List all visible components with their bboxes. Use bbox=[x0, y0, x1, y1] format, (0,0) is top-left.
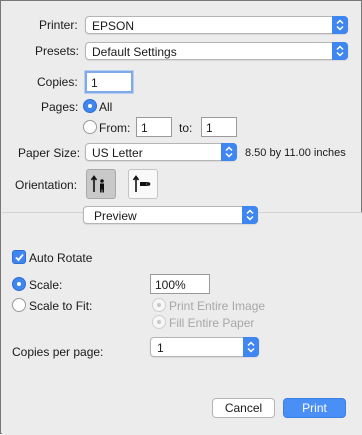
auto-rotate-label: Auto Rotate bbox=[29, 251, 93, 265]
copies-label: Copies: bbox=[37, 75, 78, 89]
scale-value: 100% bbox=[155, 278, 186, 292]
auto-rotate-checkbox[interactable] bbox=[12, 250, 26, 264]
pages-from-radio[interactable] bbox=[83, 120, 97, 134]
presets-value: Default Settings bbox=[92, 45, 177, 59]
pages-label: Pages: bbox=[41, 100, 79, 114]
printer-label: Printer: bbox=[39, 18, 78, 32]
printer-popup[interactable]: EPSON bbox=[85, 16, 348, 34]
fill-entire-paper-radio[interactable] bbox=[152, 315, 166, 329]
section-popup[interactable]: Preview bbox=[83, 206, 258, 224]
section-popup-value: Preview bbox=[94, 209, 137, 223]
copies-field[interactable]: 1 bbox=[85, 71, 133, 93]
scale-to-fit-label: Scale to Fit: bbox=[29, 299, 93, 313]
pages-from-value: 1 bbox=[141, 121, 148, 135]
paper-size-popup[interactable]: US Letter bbox=[85, 143, 237, 161]
presets-label: Presets: bbox=[35, 44, 80, 58]
chevron-updown-icon bbox=[243, 337, 259, 357]
chevron-updown-icon bbox=[332, 16, 348, 34]
paper-size-dimensions: 8.50 by 11.00 inches bbox=[245, 147, 346, 159]
print-button[interactable]: Print bbox=[283, 398, 346, 418]
portrait-button[interactable] bbox=[86, 169, 116, 199]
pages-all-radio[interactable] bbox=[83, 99, 97, 113]
print-entire-image-label: Print Entire Image bbox=[169, 299, 266, 313]
print-dialog: Printer: EPSON Presets: Default Settings… bbox=[0, 0, 362, 435]
printer-value: EPSON bbox=[92, 19, 135, 33]
copies-per-page-popup[interactable]: 1 bbox=[150, 337, 259, 357]
pages-to-label: to: bbox=[179, 121, 193, 135]
scale-radio[interactable] bbox=[12, 277, 26, 291]
landscape-icon bbox=[132, 175, 151, 192]
portrait-icon bbox=[90, 175, 104, 193]
cancel-button[interactable]: Cancel bbox=[212, 398, 275, 418]
landscape-button[interactable] bbox=[128, 169, 158, 199]
pages-from-field[interactable]: 1 bbox=[136, 117, 172, 137]
checkmark-icon bbox=[15, 253, 24, 262]
scale-to-fit-radio[interactable] bbox=[12, 298, 26, 312]
chevron-updown-icon bbox=[221, 143, 237, 161]
presets-popup[interactable]: Default Settings bbox=[85, 42, 348, 60]
copies-per-page-label: Copies per page: bbox=[12, 345, 104, 359]
chevron-updown-icon bbox=[242, 206, 258, 224]
pages-all-label: All bbox=[99, 100, 113, 114]
chevron-updown-icon bbox=[332, 42, 348, 60]
pages-to-field[interactable]: 1 bbox=[201, 117, 237, 137]
paper-size-value: US Letter bbox=[92, 146, 143, 160]
paper-size-label: Paper Size: bbox=[18, 146, 81, 160]
copies-per-page-value: 1 bbox=[157, 341, 164, 355]
fill-entire-paper-label: Fill Entire Paper bbox=[169, 316, 255, 330]
scale-field[interactable]: 100% bbox=[150, 274, 210, 294]
orientation-label: Orientation: bbox=[15, 178, 78, 192]
scale-label: Scale: bbox=[29, 278, 63, 292]
print-entire-image-radio[interactable] bbox=[152, 298, 166, 312]
copies-value: 1 bbox=[91, 76, 98, 90]
pages-from-label: From: bbox=[99, 121, 131, 135]
pages-to-value: 1 bbox=[206, 121, 213, 135]
